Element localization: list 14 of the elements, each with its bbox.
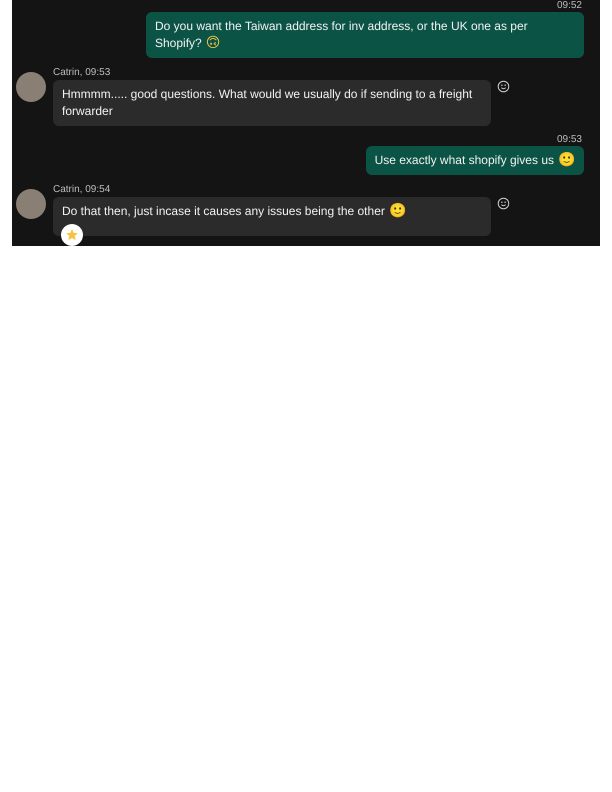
avatar xyxy=(16,72,46,102)
message-text: Do you want the Taiwan address for inv address, or the UK one as per Shopify? 🙃 xyxy=(155,19,528,50)
message-text: Hmmmm..... good questions. What would we usually do if sending to a freight forwarder xyxy=(62,87,472,118)
sender-name: Catrin, 09:54 xyxy=(53,183,112,197)
smiley-icon[interactable] xyxy=(497,80,510,93)
avatar xyxy=(16,189,46,219)
message-text: Do that then, just incase it causes any issues being the other 🙂 xyxy=(62,204,406,218)
reaction-badge[interactable] xyxy=(61,224,83,246)
smiley-icon[interactable] xyxy=(497,197,510,210)
message-text: Use exactly what shopify gives us 🙂 xyxy=(374,153,575,167)
sender-name: Catrin, 09:53 xyxy=(53,66,112,80)
star-icon xyxy=(65,228,79,242)
message-time: 09:53 xyxy=(556,134,582,146)
message-time: 09:52 xyxy=(556,0,582,12)
